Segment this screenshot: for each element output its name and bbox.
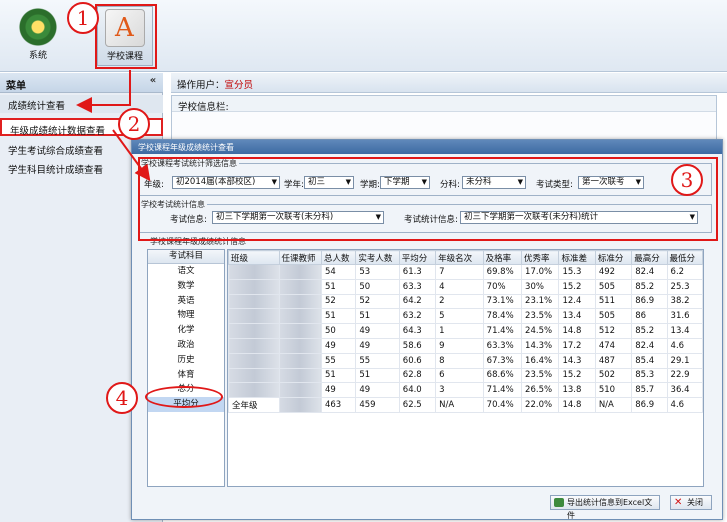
annotation-marker-2: 2 bbox=[118, 108, 150, 140]
annotation-marker-3: 3 bbox=[671, 164, 703, 196]
annotation-marker-1: 1 bbox=[67, 2, 99, 34]
annotation-marker-4: 4 bbox=[106, 382, 138, 414]
annotation-arrows bbox=[76, 70, 151, 182]
arrow-1 bbox=[76, 70, 131, 113]
